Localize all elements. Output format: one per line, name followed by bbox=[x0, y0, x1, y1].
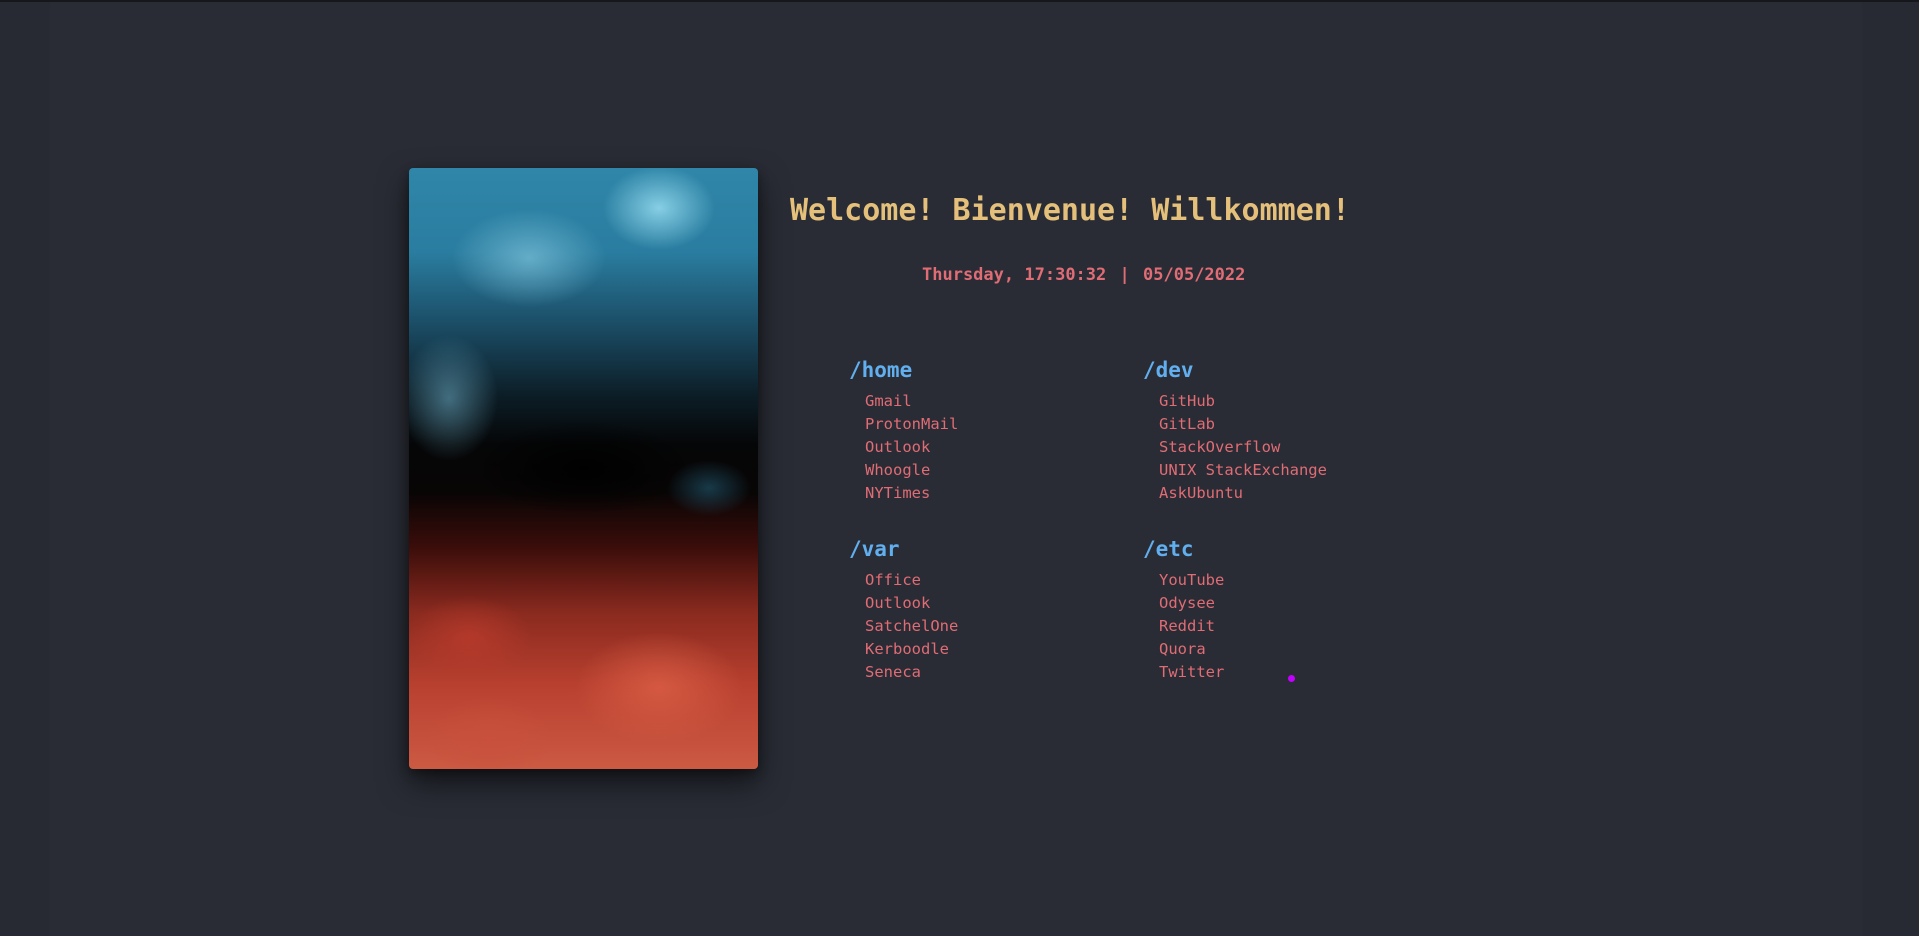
list-item: NYTimes bbox=[865, 481, 1109, 504]
link-nytimes[interactable]: NYTimes bbox=[865, 484, 930, 502]
link-outlook-school[interactable]: Outlook bbox=[865, 594, 930, 612]
link-office[interactable]: Office bbox=[865, 571, 921, 589]
link-list-var: Office Outlook SatchelOne Kerboodle Sene… bbox=[849, 568, 1109, 683]
list-item: GitLab bbox=[1159, 412, 1403, 435]
list-item: Office bbox=[865, 568, 1109, 591]
welcome-title: Welcome! Bienvenue! Willkommen! bbox=[790, 193, 1350, 228]
link-unix-stackexchange[interactable]: UNIX StackExchange bbox=[1159, 461, 1327, 479]
link-github[interactable]: GitHub bbox=[1159, 392, 1215, 410]
link-askubuntu[interactable]: AskUbuntu bbox=[1159, 484, 1243, 502]
bookmark-group-var: /var Office Outlook SatchelOne Kerboodle… bbox=[849, 534, 1109, 683]
list-item: StackOverflow bbox=[1159, 435, 1403, 458]
list-item: Seneca bbox=[865, 660, 1109, 683]
link-stackoverflow[interactable]: StackOverflow bbox=[1159, 438, 1280, 456]
datetime-day: Thursday, bbox=[922, 265, 1015, 285]
link-twitter[interactable]: Twitter bbox=[1159, 663, 1224, 681]
link-odysee[interactable]: Odysee bbox=[1159, 594, 1215, 612]
link-gmail[interactable]: Gmail bbox=[865, 392, 912, 410]
list-item: SatchelOne bbox=[865, 614, 1109, 637]
link-youtube[interactable]: YouTube bbox=[1159, 571, 1224, 589]
mouse-cursor-dot bbox=[1288, 675, 1295, 682]
list-item: Odysee bbox=[1159, 591, 1403, 614]
list-item: Outlook bbox=[865, 591, 1109, 614]
bookmark-group-etc: /etc YouTube Odysee Reddit Quora Twitter bbox=[1143, 534, 1403, 683]
datetime-display: Thursday, 17:30:32 | 05/05/2022 bbox=[922, 265, 1245, 285]
link-quora[interactable]: Quora bbox=[1159, 640, 1206, 658]
list-item: Reddit bbox=[1159, 614, 1403, 637]
fluid-art-image bbox=[409, 168, 758, 769]
list-item: AskUbuntu bbox=[1159, 481, 1403, 504]
group-heading-etc: /etc bbox=[1143, 537, 1194, 561]
link-whoogle[interactable]: Whoogle bbox=[865, 461, 930, 479]
list-item: Outlook bbox=[865, 435, 1109, 458]
link-reddit[interactable]: Reddit bbox=[1159, 617, 1215, 635]
bookmark-group-dev: /dev GitHub GitLab StackOverflow UNIX St… bbox=[1143, 355, 1403, 504]
link-list-etc: YouTube Odysee Reddit Quora Twitter bbox=[1143, 568, 1403, 683]
list-item: Gmail bbox=[865, 389, 1109, 412]
datetime-time: 17:30:32 bbox=[1024, 265, 1107, 285]
list-item: Quora bbox=[1159, 637, 1403, 660]
group-heading-home: /home bbox=[849, 358, 913, 382]
link-list-home: Gmail ProtonMail Outlook Whoogle NYTimes bbox=[849, 389, 1109, 504]
list-item: Twitter bbox=[1159, 660, 1403, 683]
group-heading-dev: /dev bbox=[1143, 358, 1194, 382]
group-heading-var: /var bbox=[849, 537, 900, 561]
list-item: ProtonMail bbox=[865, 412, 1109, 435]
link-list-dev: GitHub GitLab StackOverflow UNIX StackEx… bbox=[1143, 389, 1403, 504]
list-item: UNIX StackExchange bbox=[1159, 458, 1403, 481]
bookmark-group-home: /home Gmail ProtonMail Outlook Whoogle N… bbox=[849, 355, 1109, 504]
datetime-date: 05/05/2022 bbox=[1143, 265, 1246, 285]
list-item: YouTube bbox=[1159, 568, 1403, 591]
link-satchelone[interactable]: SatchelOne bbox=[865, 617, 958, 635]
link-gitlab[interactable]: GitLab bbox=[1159, 415, 1215, 433]
link-outlook[interactable]: Outlook bbox=[865, 438, 930, 456]
link-protonmail[interactable]: ProtonMail bbox=[865, 415, 958, 433]
link-seneca[interactable]: Seneca bbox=[865, 663, 921, 681]
link-kerboodle[interactable]: Kerboodle bbox=[865, 640, 949, 658]
list-item: GitHub bbox=[1159, 389, 1403, 412]
list-item: Kerboodle bbox=[865, 637, 1109, 660]
datetime-separator: | bbox=[1119, 265, 1130, 285]
list-item: Whoogle bbox=[865, 458, 1109, 481]
